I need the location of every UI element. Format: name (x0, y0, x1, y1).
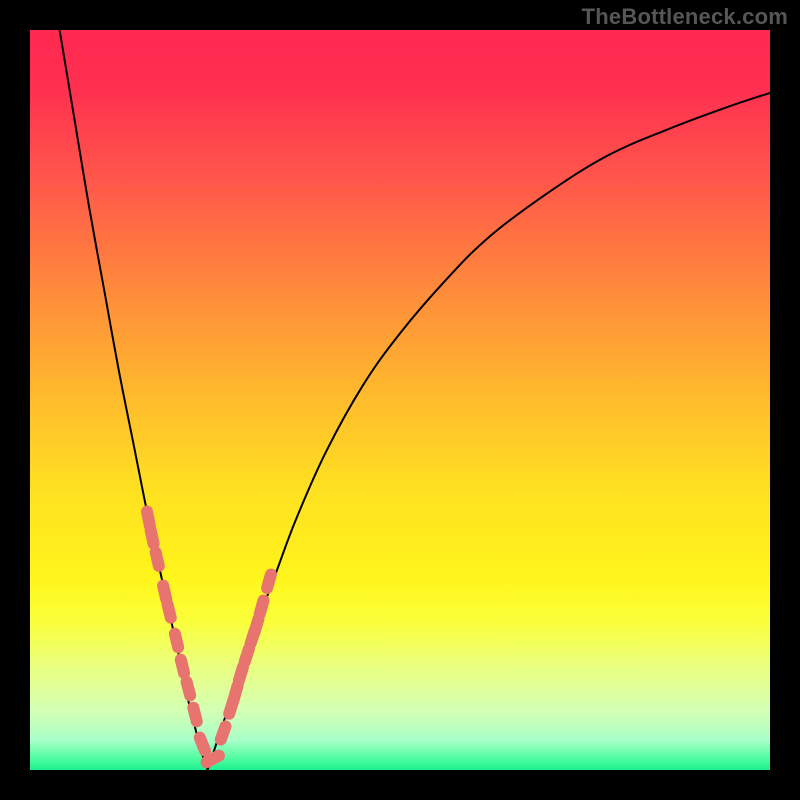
datapoint-markers (140, 504, 278, 770)
datapoint-marker (186, 700, 204, 728)
chart-root: TheBottleneck.com (0, 0, 800, 800)
curve-layer (30, 30, 770, 770)
datapoint-marker (160, 597, 178, 625)
datapoint-marker (168, 626, 186, 654)
datapoint-marker (143, 523, 160, 551)
watermark-label: TheBottleneck.com (582, 4, 788, 30)
datapoint-marker (260, 567, 279, 595)
plot-area (30, 30, 770, 770)
datapoint-marker (179, 675, 197, 703)
datapoint-marker (252, 593, 271, 621)
datapoint-marker (213, 719, 233, 748)
datapoint-marker (149, 545, 166, 573)
bottleneck-curve-right (208, 93, 770, 770)
